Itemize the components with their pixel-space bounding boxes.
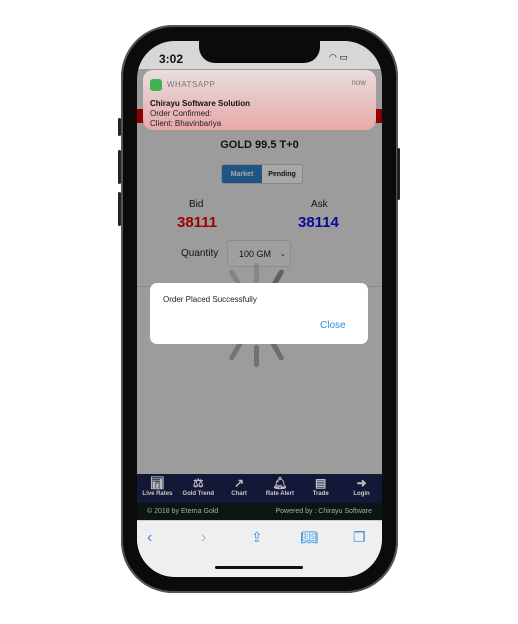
- notification-title: Chirayu Software Solution: [150, 99, 251, 108]
- nav-chart[interactable]: ↗ Chart: [219, 474, 260, 503]
- nav-live-rates[interactable]: 📊︎ Live Rates: [137, 474, 178, 503]
- notification-time: now: [351, 78, 366, 87]
- nav-label: Chart: [231, 491, 247, 497]
- nav-gold-trend[interactable]: ⚖ Gold Trend: [178, 474, 219, 503]
- quantity-select[interactable]: 100 GM ⌄: [227, 240, 291, 267]
- bookmarks-icon[interactable]: 📖︎: [300, 529, 318, 546]
- mute-switch: [118, 118, 121, 136]
- notch: [199, 41, 320, 63]
- share-icon[interactable]: ⇪: [251, 529, 263, 546]
- spinner-spoke: [254, 263, 259, 285]
- notification-line: Client: Bhavinbariya: [150, 119, 222, 128]
- ask-label: Ask: [311, 199, 328, 210]
- copyright: © 2018 by Eterna Gold: [147, 508, 219, 515]
- nav-rate-alert[interactable]: 🔔︎ Rate Alert: [259, 474, 300, 503]
- back-icon[interactable]: ‹: [147, 529, 152, 547]
- spinner-spoke: [254, 345, 259, 367]
- order-type-toggle: Market Pending: [221, 164, 303, 184]
- whatsapp-icon: [150, 78, 162, 91]
- dialog-message: Order Placed Successfully: [163, 295, 257, 304]
- tab-market[interactable]: Market: [222, 165, 262, 183]
- line-chart-icon: ↗: [234, 476, 245, 490]
- instrument-title: GOLD 99.5 T+0: [220, 139, 299, 151]
- nav-label: Trade: [312, 491, 329, 497]
- alert-dialog: Order Placed Successfully Close: [150, 283, 368, 344]
- close-button[interactable]: Close: [320, 320, 346, 331]
- nav-login[interactable]: ➜ Login: [341, 474, 382, 503]
- footer: © 2018 by Eterna Gold Powered by : Chira…: [137, 503, 382, 520]
- bottom-nav: 📊︎ Live Rates ⚖ Gold Trend ↗ Chart 🔔︎ Rate A…: [137, 474, 382, 503]
- screen: 3:02 ◠ ▭ WHATSAPP now Chirayu Software S…: [137, 41, 382, 577]
- bell-icon: 🔔︎: [272, 476, 288, 490]
- quantity-value: 100 GM: [239, 248, 272, 259]
- book-icon: ▤: [315, 476, 327, 490]
- power-button: [397, 148, 400, 200]
- volume-down-button: [118, 192, 121, 226]
- nav-label: Login: [353, 491, 370, 497]
- notification-banner[interactable]: WHATSAPP now Chirayu Software Solution O…: [143, 70, 376, 130]
- bid-label: Bid: [189, 199, 204, 210]
- notification-line: Order Confirmed:: [150, 109, 212, 118]
- chevron-down-icon: ⌄: [280, 250, 286, 258]
- quantity-label: Quantity: [181, 248, 219, 259]
- home-indicator: [215, 566, 303, 569]
- ask-value: 38114: [298, 214, 339, 231]
- sign-in-icon: ➜: [356, 476, 367, 490]
- wifi-battery-icon: ◠ ▭: [329, 52, 348, 62]
- notification-app: WHATSAPP: [167, 80, 216, 90]
- volume-up-button: [118, 150, 121, 184]
- nav-label: Live Rates: [142, 491, 173, 497]
- tabs-icon[interactable]: ❐: [353, 529, 366, 546]
- bid-value: 38111: [177, 214, 218, 231]
- nav-trade[interactable]: ▤ Trade: [300, 474, 341, 503]
- status-time: 3:02: [159, 52, 184, 66]
- bar-chart-icon: 📊︎: [149, 476, 166, 490]
- nav-label: Rate Alert: [265, 491, 294, 497]
- forward-icon[interactable]: ›: [201, 529, 206, 547]
- tab-pending[interactable]: Pending: [262, 165, 302, 183]
- powered-by: Powered by : Chirayu Software: [275, 508, 373, 515]
- nav-label: Gold Trend: [182, 491, 215, 497]
- scale-icon: ⚖: [192, 476, 204, 490]
